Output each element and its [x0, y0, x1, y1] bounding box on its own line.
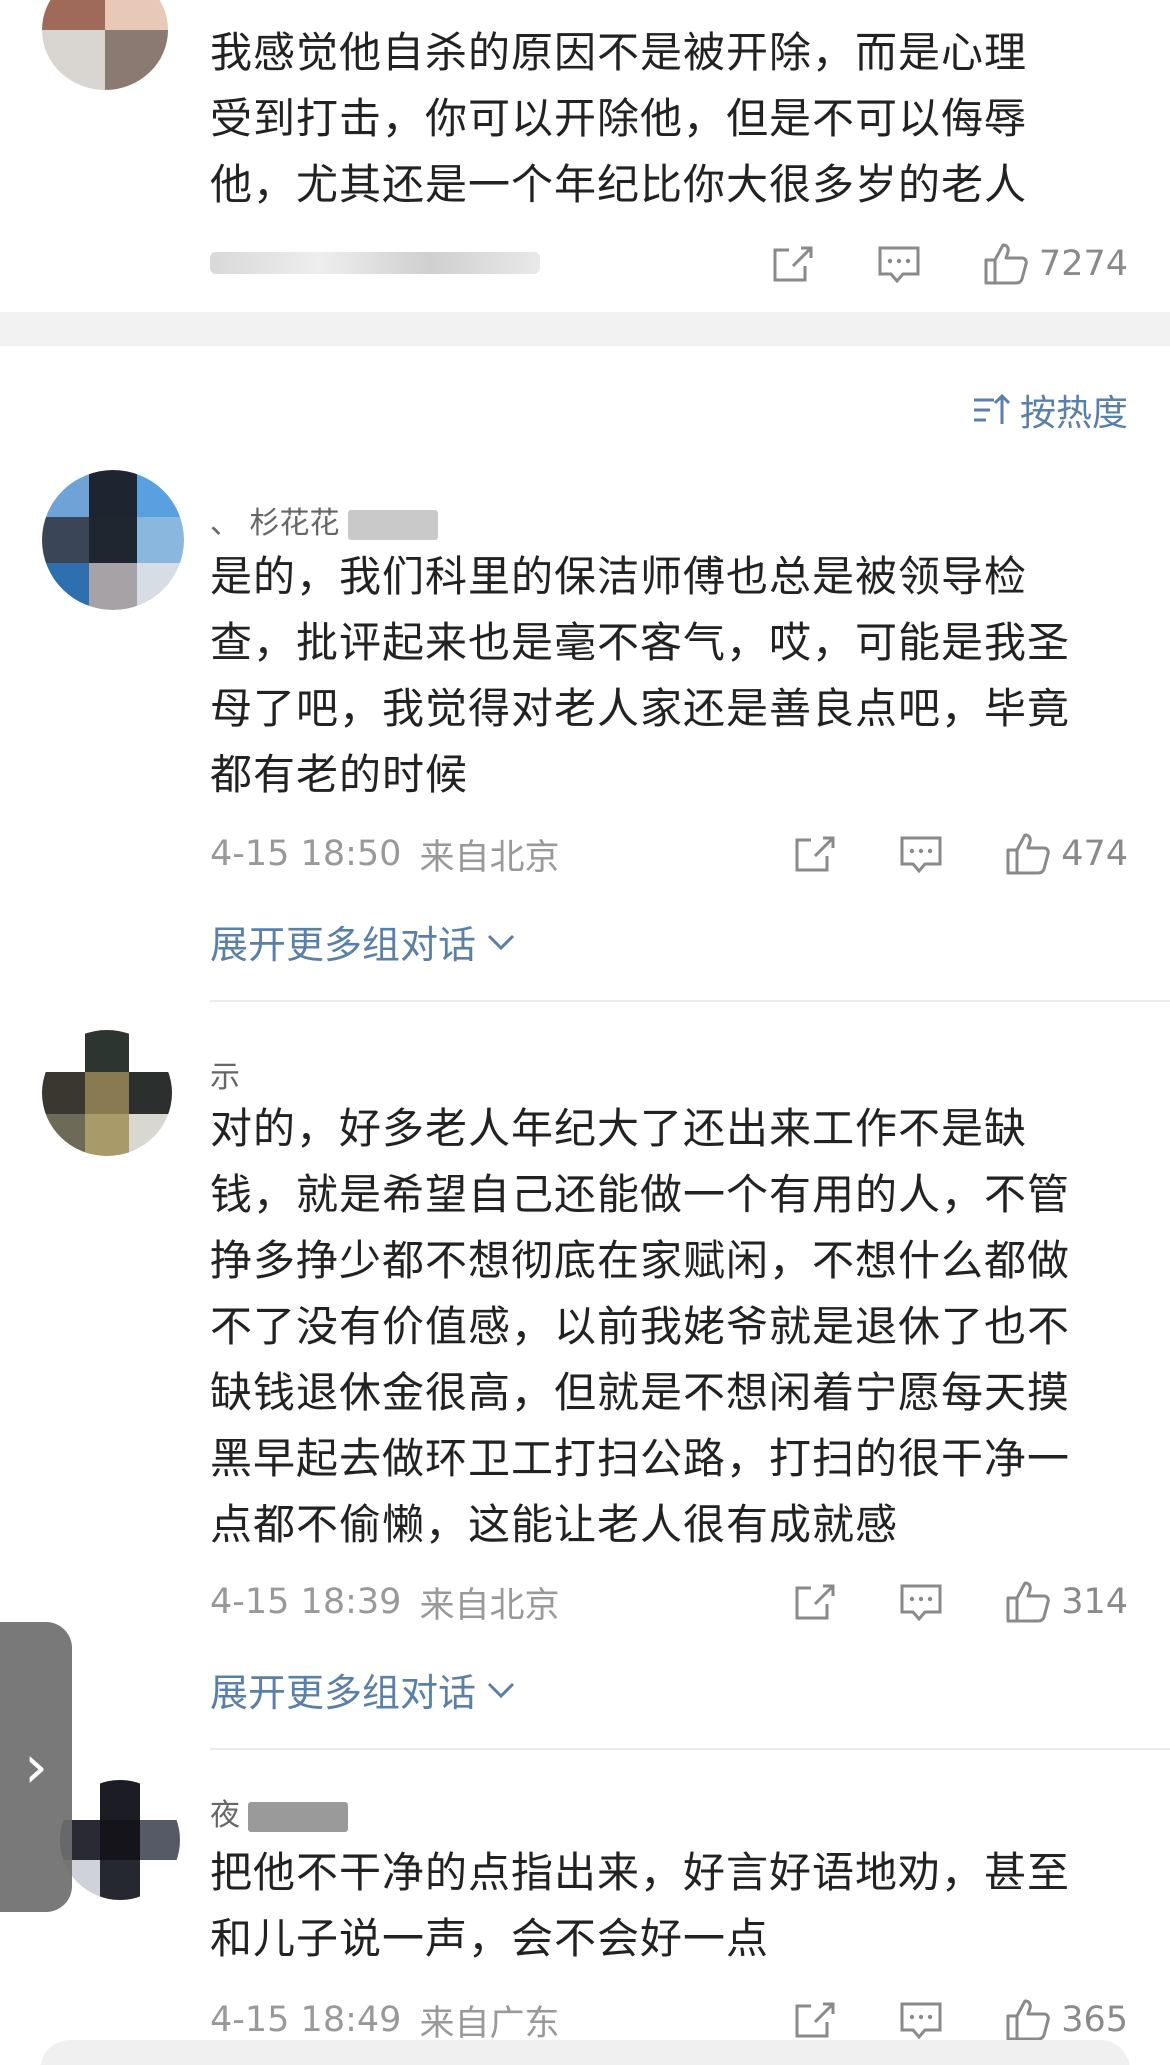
comment-line: 缺钱退休金很高，但就是不想闲着宁愿每天摸: [210, 1368, 1071, 1417]
comment-text: 是的，我们科里的保洁师傅也总是被领导检 查，批评起来也是毫不客气，哎，可能是我圣…: [210, 544, 1130, 808]
comment-icon: [900, 2002, 942, 2040]
comment-icon: [900, 1584, 942, 1622]
username[interactable]: 示: [210, 1052, 240, 1095]
comment-line: 钱，就是希望自己还能做一个有用的人，不管: [210, 1170, 1071, 1219]
comment-line: 和儿子说一声，会不会好一点: [210, 1914, 770, 1963]
expand-label: 展开更多组对话: [210, 923, 477, 967]
username[interactable]: 、 杉花花: [210, 498, 438, 541]
comment-icon: [900, 836, 942, 874]
sort-label: 按热度: [1019, 393, 1128, 434]
blurred-name: [347, 509, 438, 540]
username-text: 、 杉花花: [210, 506, 340, 541]
like-button[interactable]: 474: [1005, 832, 1128, 876]
like-icon: [1006, 1581, 1050, 1623]
like-icon: [1006, 833, 1050, 875]
like-count: 314: [1061, 1582, 1128, 1622]
comment-line: 是的，我们科里的保洁师傅也总是被领导检: [210, 552, 1028, 601]
comment-line: 把他不干净的点指出来，好言好语地劝，甚至: [210, 1848, 1071, 1897]
like-button[interactable]: 7274: [983, 242, 1128, 286]
comment-line: 对的，好多老人年纪大了还出来工作不是缺: [210, 1104, 1028, 1153]
comment-meta: 4-15 18:39 来自北京 314: [210, 1572, 1128, 1632]
avatar[interactable]: [42, 470, 184, 610]
blurred-name: [248, 1801, 348, 1832]
comment-location: 来自广东: [419, 2003, 560, 2044]
comment-line: 黑早起去做环卫工打扫公路，打扫的很干净一: [210, 1434, 1071, 1483]
like-icon: [1006, 1999, 1050, 2041]
reply-button[interactable]: [877, 244, 921, 284]
username-text: 夜: [210, 1798, 240, 1833]
sort-toggle[interactable]: 按热度: [970, 382, 1128, 438]
avatar[interactable]: [42, 1030, 172, 1156]
reply-button[interactable]: [899, 2000, 943, 2040]
comment-location: 来自北京: [419, 837, 560, 878]
avatar[interactable]: [60, 1780, 180, 1900]
comment-line: 不了没有价值感，以前我姥爷就是退休了也不: [210, 1302, 1071, 1351]
like-icon: [984, 243, 1028, 285]
share-icon: [795, 1584, 835, 1620]
username-text: 示: [210, 1060, 240, 1095]
sort-icon: [973, 393, 1011, 424]
expand-conversation-button[interactable]: 展开更多组对话: [210, 1662, 516, 1717]
share-button[interactable]: [793, 2000, 837, 2040]
like-count: 474: [1061, 834, 1128, 874]
like-count: 7274: [1038, 244, 1128, 284]
bottom-input-bar[interactable]: [40, 2040, 1130, 2065]
chevron-down-icon: [487, 1682, 515, 1698]
comment-meta: 4-15 18:50 来自北京 474: [210, 824, 1128, 884]
expand-label: 展开更多组对话: [210, 1671, 477, 1715]
comment-line: 挣多挣少都不想彻底在家赋闲，不想什么都做: [210, 1236, 1071, 1285]
comment-text: 对的，好多老人年纪大了还出来工作不是缺 钱，就是希望自己还能做一个有用的人，不管…: [210, 1096, 1130, 1558]
share-button[interactable]: [793, 1582, 837, 1622]
reply-button[interactable]: [899, 1582, 943, 1622]
comments-page: 我感觉他自杀的原因不是被开除，而是心理 受到打击，你可以开除他，但是不可以侮辱 …: [0, 0, 1170, 2065]
comment-item-0: 我感觉他自杀的原因不是被开除，而是心理 受到打击，你可以开除他，但是不可以侮辱 …: [0, 0, 1170, 312]
comment-line: 查，批评起来也是毫不客气，哎，可能是我圣: [210, 618, 1071, 667]
comment-time: 4-15 18:49: [210, 2000, 402, 2040]
expand-conversation-button[interactable]: 展开更多组对话: [210, 914, 516, 969]
comment-actions: 474: [793, 824, 1128, 884]
like-count: 365: [1061, 2000, 1128, 2040]
comment-meta: 7274: [210, 234, 1128, 294]
comment-line: 都有老的时候: [210, 750, 469, 799]
share-icon: [773, 246, 813, 282]
side-drawer-handle[interactable]: ›: [0, 1622, 72, 1912]
comment-location: 来自北京: [419, 1585, 560, 1626]
comment-actions: 7274: [771, 234, 1128, 294]
avatar[interactable]: [42, 0, 168, 90]
comment-line: 受到打击，你可以开除他，但是不可以侮辱: [210, 94, 1028, 143]
username[interactable]: 夜: [210, 1790, 348, 1833]
comment-line: 母了吧，我觉得对老人家还是善良点吧，毕竟: [210, 684, 1071, 733]
share-button[interactable]: [793, 834, 837, 874]
comment-time: 4-15 18:39: [210, 1582, 402, 1622]
share-icon: [795, 836, 835, 872]
like-button[interactable]: 314: [1005, 1580, 1128, 1624]
comment-line: 点都不偷懒，这能让老人很有成就感: [210, 1500, 899, 1549]
share-icon: [795, 2002, 835, 2038]
comment-time: 4-15 18:50: [210, 834, 402, 874]
comment-actions: 314: [793, 1572, 1128, 1632]
comment-icon: [878, 246, 920, 284]
reply-button[interactable]: [899, 834, 943, 874]
comment-text: 我感觉他自杀的原因不是被开除，而是心理 受到打击，你可以开除他，但是不可以侮辱 …: [210, 20, 1130, 218]
chevron-down-icon: [487, 934, 515, 950]
comment-separator: [210, 1000, 1170, 1002]
chevron-right-icon: ›: [24, 1732, 48, 1802]
comment-line: 他，尤其还是一个年纪比你大很多岁的老人: [210, 160, 1028, 209]
comment-text: 把他不干净的点指出来，好言好语地劝，甚至 和儿子说一声，会不会好一点: [210, 1840, 1130, 1972]
like-button[interactable]: 365: [1005, 1998, 1128, 2042]
comment-line: 我感觉他自杀的原因不是被开除，而是心理: [210, 28, 1028, 77]
section-divider: [0, 312, 1170, 346]
share-button[interactable]: [771, 244, 815, 284]
comment-separator: [210, 1748, 1170, 1750]
